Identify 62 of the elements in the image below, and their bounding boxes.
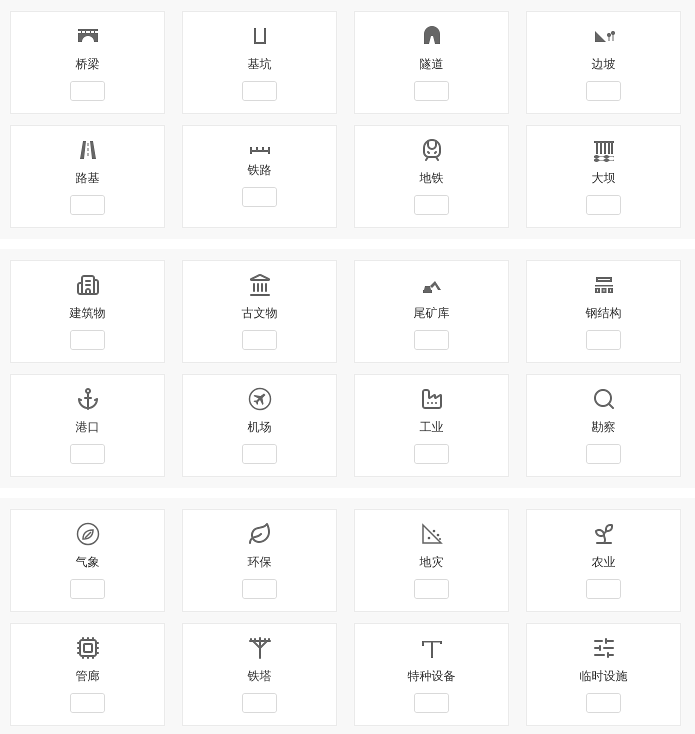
input-field[interactable] xyxy=(414,81,449,101)
category-label: 机场 xyxy=(248,419,272,436)
category-label: 尾矿库 xyxy=(414,305,450,322)
leaf-icon xyxy=(76,522,100,546)
category-label: 建筑物 xyxy=(70,305,106,322)
input-field[interactable] xyxy=(586,579,621,599)
input-field[interactable] xyxy=(70,330,105,350)
category-label: 基坑 xyxy=(248,56,272,73)
input-field[interactable] xyxy=(242,81,277,101)
input-field[interactable] xyxy=(70,579,105,599)
input-field[interactable] xyxy=(242,186,277,206)
input-field[interactable] xyxy=(414,579,449,599)
category-label: 气象 xyxy=(76,554,100,571)
input-field[interactable] xyxy=(242,579,277,599)
pavilion-icon xyxy=(248,273,272,297)
category-label: 管廊 xyxy=(76,668,100,685)
category-label: 铁塔 xyxy=(248,668,272,685)
category-label: 地灾 xyxy=(420,554,444,571)
railway-icon xyxy=(248,146,272,154)
category-label: 勘察 xyxy=(592,419,616,436)
category-label: 钢结构 xyxy=(586,305,622,322)
anchor-icon xyxy=(76,387,100,411)
sliders-icon xyxy=(592,636,616,660)
landslide-icon xyxy=(420,522,444,546)
input-field[interactable] xyxy=(242,330,277,350)
input-field[interactable] xyxy=(586,444,621,464)
input-field[interactable] xyxy=(414,444,449,464)
input-field[interactable] xyxy=(414,330,449,350)
input-field[interactable] xyxy=(586,81,621,101)
input-field[interactable] xyxy=(70,444,105,464)
chip-icon xyxy=(76,636,100,660)
category-label: 古文物 xyxy=(242,305,278,322)
input-field[interactable] xyxy=(586,693,621,713)
category-label: 环保 xyxy=(248,554,272,571)
dam-icon xyxy=(592,138,616,162)
category-label: 特种设备 xyxy=(408,668,456,685)
input-field[interactable] xyxy=(586,330,621,350)
category-label: 边坡 xyxy=(592,56,616,73)
input-field[interactable] xyxy=(242,693,277,713)
pylon-icon xyxy=(248,636,272,660)
category-label: 大坝 xyxy=(592,170,616,187)
category-label: 铁路 xyxy=(248,162,272,178)
category-label: 路基 xyxy=(76,170,100,187)
input-field[interactable] xyxy=(242,444,277,464)
search-icon xyxy=(592,387,616,411)
airplane-icon xyxy=(248,387,272,411)
input-field[interactable] xyxy=(414,195,449,215)
input-field[interactable] xyxy=(70,81,105,101)
category-label: 隧道 xyxy=(420,56,444,73)
leaf-icon xyxy=(248,522,272,546)
category-label: 临时设施 xyxy=(580,668,628,685)
building-icon xyxy=(76,273,100,297)
input-field[interactable] xyxy=(414,693,449,713)
category-label: 地铁 xyxy=(420,170,444,187)
category-label: 港口 xyxy=(76,419,100,436)
input-field[interactable] xyxy=(70,195,105,215)
category-label: 农业 xyxy=(592,554,616,571)
category-label: 工业 xyxy=(420,419,444,436)
factory-icon xyxy=(420,387,444,411)
input-field[interactable] xyxy=(70,693,105,713)
input-field[interactable] xyxy=(586,195,621,215)
category-label: 桥梁 xyxy=(76,56,100,73)
